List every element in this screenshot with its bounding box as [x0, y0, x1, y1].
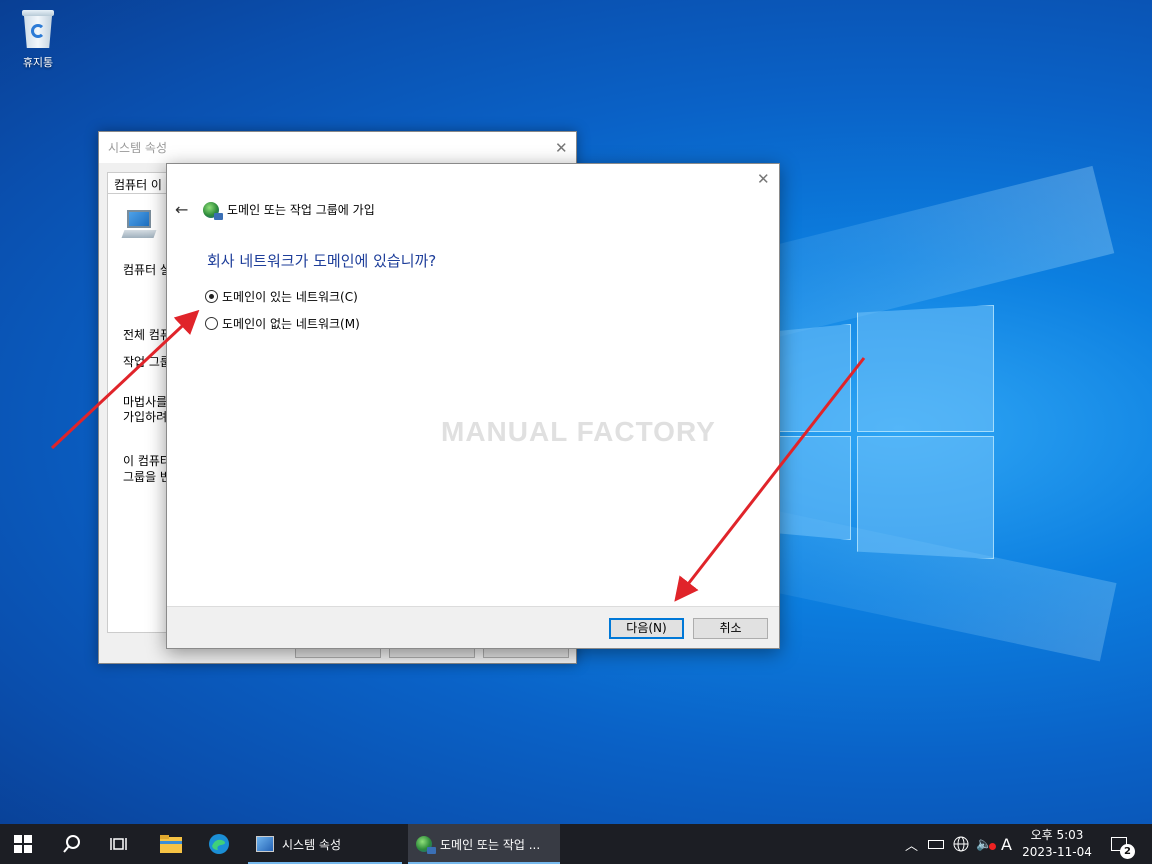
tab-label: 컴퓨터 이: [114, 178, 162, 192]
taskbar-app-domain-join[interactable]: 도메인 또는 작업 ...: [408, 824, 560, 864]
ime-indicator: A: [1001, 834, 1012, 854]
option-label: 도메인이 있는 네트워크(C): [222, 290, 358, 304]
folder-icon: [160, 835, 182, 853]
file-explorer-button[interactable]: [160, 824, 184, 864]
close-icon[interactable]: ✕: [757, 170, 770, 188]
workgroup-label: 작업 그룹: [123, 355, 171, 369]
wizard-text: 가입하려: [123, 410, 168, 424]
clock[interactable]: 오후 5:03 2023-11-04: [1020, 827, 1094, 861]
recycle-bin[interactable]: 휴지통: [10, 8, 66, 70]
computer-icon: [121, 210, 157, 240]
next-button[interactable]: 다음(N): [609, 618, 684, 639]
recycle-bin-label: 휴지통: [22, 56, 54, 69]
clock-time: 오후 5:03: [1030, 828, 1084, 842]
edge-button[interactable]: [208, 824, 232, 864]
system-properties-icon: [256, 836, 274, 852]
recycle-bin-icon: [20, 8, 56, 50]
network-globe-icon: [203, 201, 223, 220]
clock-date: 2023-11-04: [1022, 845, 1092, 859]
volume-tray[interactable]: 🔈: [976, 824, 997, 864]
radio-button[interactable]: [205, 317, 218, 330]
dialog-title: 도메인 또는 작업 그룹에 가입: [227, 203, 375, 217]
search-button[interactable]: [62, 824, 84, 864]
taskbar-app-label: 도메인 또는 작업 ...: [440, 837, 541, 852]
rename-text: 이 컴퓨터: [123, 454, 171, 468]
taskbar: 시스템 속성 도메인 또는 작업 ... ︿ 🔈 A 오후 5:03 2023-…: [0, 824, 1152, 864]
watermark: MANUAL FACTORY: [441, 416, 716, 447]
windows-start-icon: [14, 835, 32, 853]
description-text: 컴퓨터 설: [123, 263, 171, 277]
question-heading: 회사 네트워크가 도메인에 있습니까?: [207, 252, 437, 270]
notification-icon: 2: [1111, 837, 1135, 859]
start-button[interactable]: [14, 824, 36, 864]
network-tray[interactable]: [953, 824, 969, 864]
cancel-button[interactable]: 취소: [693, 618, 768, 639]
task-view-icon: [110, 838, 127, 850]
search-icon: [63, 835, 80, 853]
task-view-button[interactable]: [110, 824, 132, 864]
close-icon[interactable]: ✕: [555, 139, 568, 157]
taskbar-app-system-properties[interactable]: 시스템 속성: [248, 824, 402, 864]
domain-join-dialog: ✕ ← 도메인 또는 작업 그룹에 가입 회사 네트워크가 도메인에 있습니까?…: [166, 163, 780, 649]
chevron-up-icon: ︿: [905, 838, 919, 854]
windows-logo-pane: [857, 436, 994, 559]
show-hidden-icons[interactable]: ︿: [905, 824, 918, 864]
notification-count-badge: 2: [1120, 844, 1135, 859]
radio-button-selected[interactable]: [205, 290, 218, 303]
taskbar-app-label: 시스템 속성: [282, 837, 342, 852]
domain-join-icon: [416, 836, 436, 854]
full-computer-name-label: 전체 컴퓨: [123, 328, 171, 342]
speaker-muted-icon: 🔈: [976, 837, 997, 852]
power-icon: [928, 839, 944, 849]
windows-logo-pane: [857, 305, 994, 432]
dialog-footer: 다음(N) 취소: [167, 606, 779, 648]
back-arrow-icon[interactable]: ←: [175, 200, 195, 219]
window-titlebar: 시스템 속성: [99, 132, 576, 163]
action-center-button[interactable]: 2: [1111, 824, 1135, 864]
option-domain-network[interactable]: 도메인이 있는 네트워크(C): [205, 288, 358, 305]
rename-text: 그룹을 변: [123, 470, 171, 484]
network-globe-tray-icon: [953, 836, 969, 852]
battery-tray[interactable]: [928, 824, 944, 864]
option-label: 도메인이 없는 네트워크(M): [222, 317, 360, 331]
window-title: 시스템 속성: [108, 141, 168, 155]
option-no-domain-network[interactable]: 도메인이 없는 네트워크(M): [205, 315, 360, 332]
dialog-header: ← 도메인 또는 작업 그룹에 가입: [175, 200, 375, 220]
input-method[interactable]: A: [1001, 824, 1012, 864]
edge-browser-icon: [209, 834, 229, 854]
